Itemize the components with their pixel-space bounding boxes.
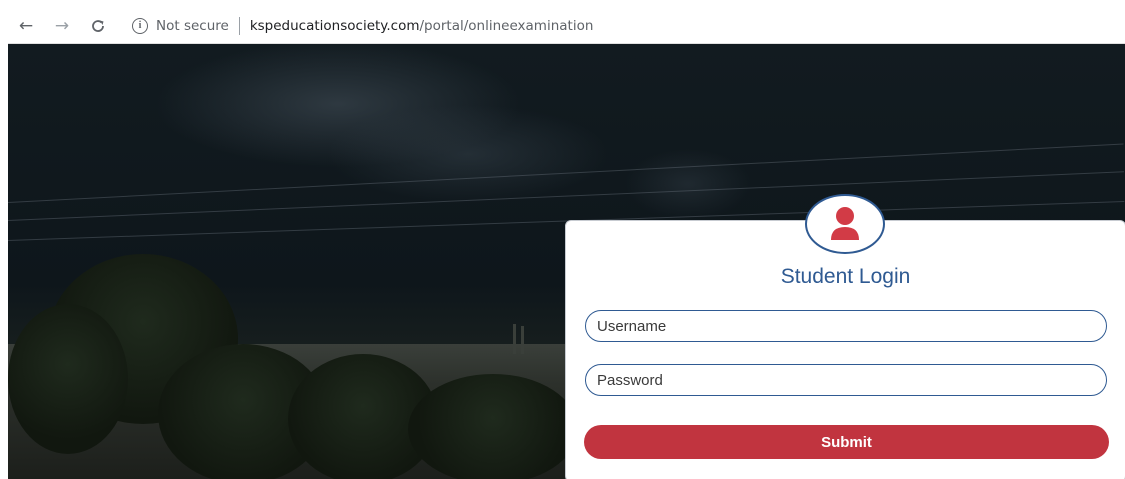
arrow-right-icon[interactable]: →	[50, 14, 74, 38]
info-icon[interactable]: i	[132, 17, 148, 34]
roof-post	[513, 324, 516, 354]
tree	[408, 374, 578, 479]
roof-post	[521, 326, 524, 354]
tree	[8, 304, 128, 454]
password-input[interactable]	[585, 364, 1107, 396]
url-host: kspeducationsociety.com	[249, 17, 420, 34]
reload-glyph	[92, 19, 104, 32]
user-glyph	[831, 207, 859, 240]
address-separator	[238, 16, 240, 35]
submit-button[interactable]: Submit	[584, 425, 1109, 459]
reload-icon[interactable]	[86, 14, 110, 38]
arrow-left-icon[interactable]: ←	[14, 14, 38, 38]
power-line	[8, 171, 1124, 221]
username-input[interactable]	[585, 310, 1107, 342]
address-bar[interactable]: i Not secure kspeducationsociety.com/por…	[124, 12, 1117, 40]
login-title: Student Login	[780, 265, 911, 288]
user-icon	[805, 194, 885, 254]
security-label: Not secure	[156, 17, 229, 34]
url-path: /portal/onlineexamination	[419, 17, 594, 34]
power-line	[8, 143, 1124, 203]
browser-toolbar: ← → i Not secure kspeducationsociety.com…	[8, 8, 1125, 44]
